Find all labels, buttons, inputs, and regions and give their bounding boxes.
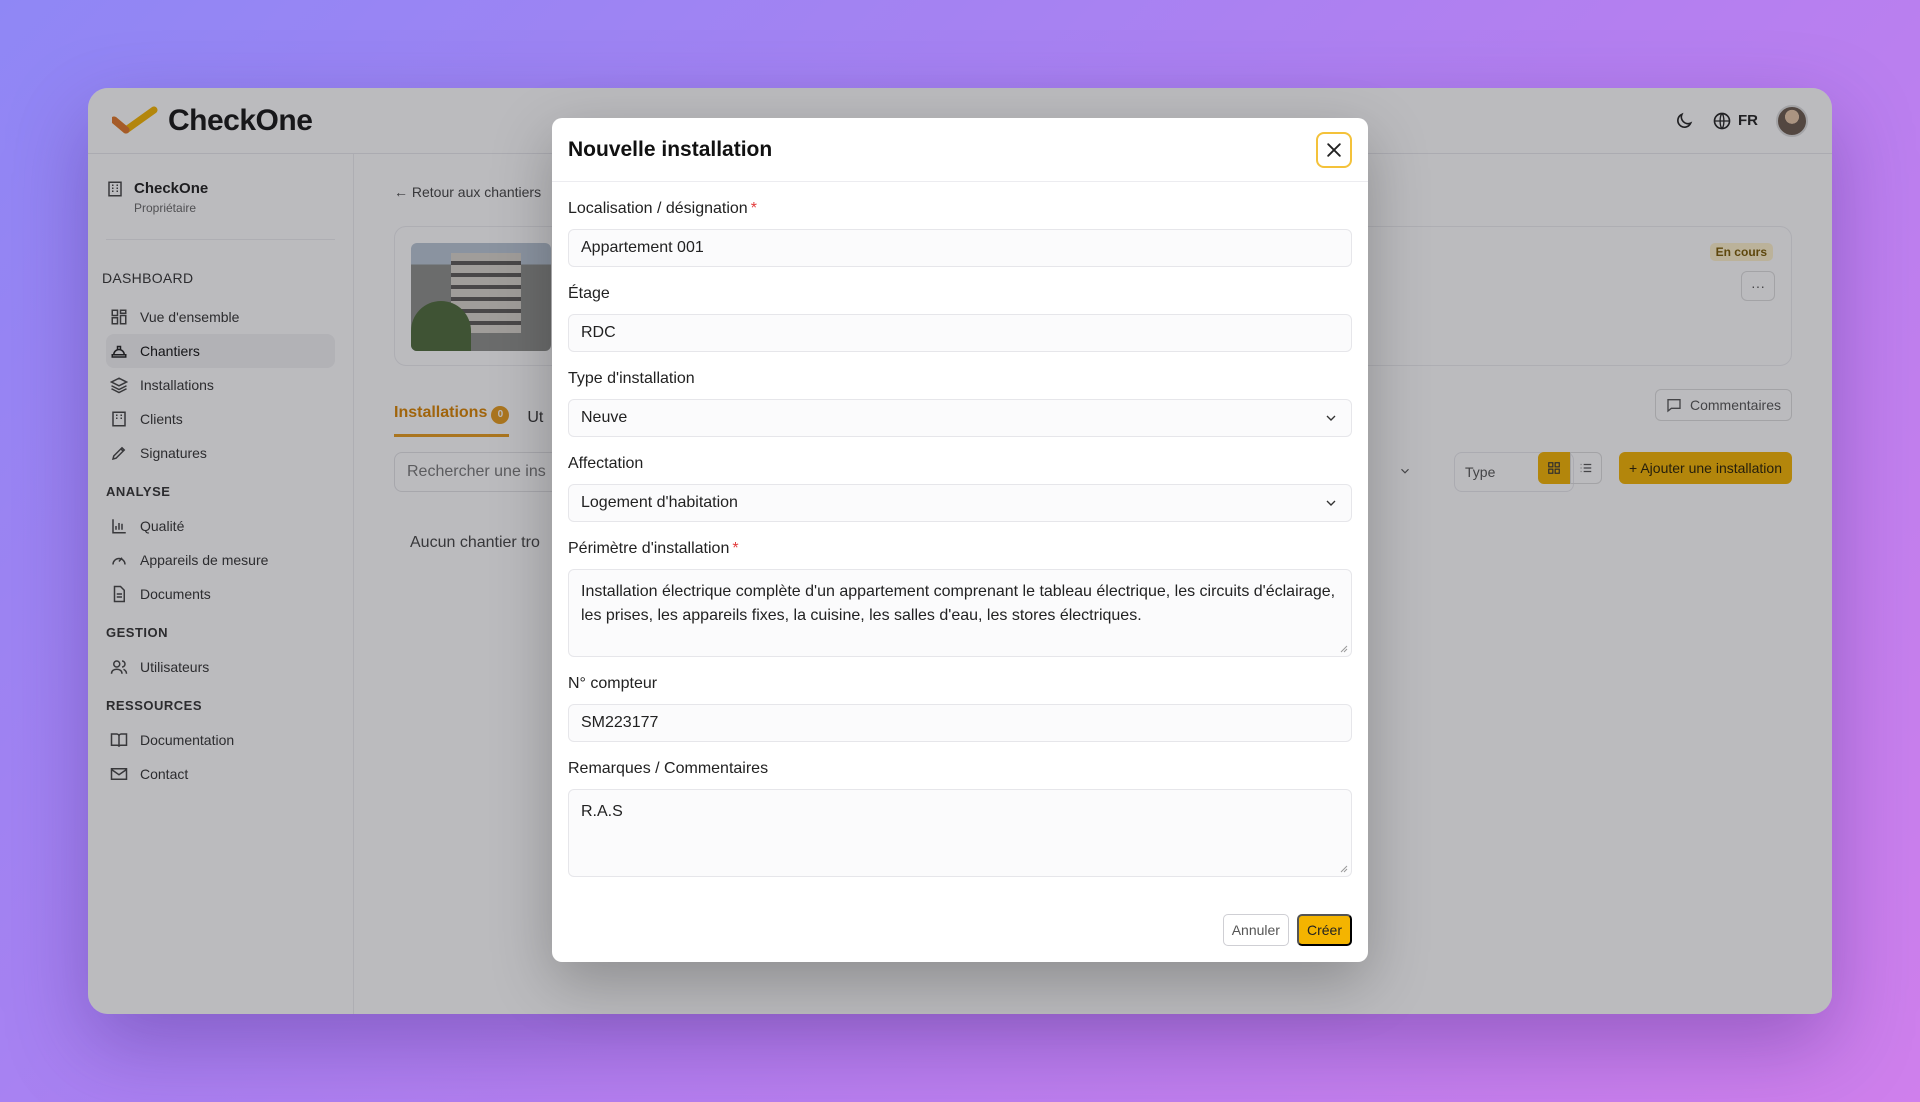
type-label: Type d'installation — [568, 370, 695, 387]
field-floor: Étage RDC — [568, 285, 1352, 352]
usage-label: Affectation — [568, 455, 644, 472]
usage-select[interactable]: Logement d'habitation — [568, 484, 1352, 522]
new-installation-modal: Nouvelle installation Localisation / dés… — [552, 118, 1368, 962]
field-usage: Affectation Logement d'habitation — [568, 455, 1352, 522]
chevron-down-icon — [1326, 500, 1336, 506]
modal-body: Localisation / désignation * Appartement … — [552, 182, 1368, 877]
field-meter: N° compteur SM223177 — [568, 675, 1352, 742]
modal-header: Nouvelle installation — [552, 118, 1368, 182]
location-label: Localisation / désignation * — [568, 200, 1352, 218]
scope-textarea[interactable]: Installation électrique complète d'un ap… — [568, 569, 1352, 657]
scope-textarea-value: Installation électrique complète d'un ap… — [581, 583, 1336, 624]
floor-input[interactable]: RDC — [568, 314, 1352, 352]
meter-label: N° compteur — [568, 675, 658, 692]
location-label-text: Localisation / désignation — [568, 200, 748, 217]
remarks-label: Remarques / Commentaires — [568, 760, 769, 777]
meter-input[interactable]: SM223177 — [568, 704, 1352, 742]
cancel-button[interactable]: Annuler — [1222, 914, 1289, 946]
type-select-value: Neuve — [581, 409, 628, 426]
close-icon — [1327, 142, 1341, 157]
scope-label-text: Périmètre d'installation — [568, 540, 730, 557]
field-scope: Périmètre d'installation * Installation é… — [568, 540, 1352, 657]
type-select[interactable]: Neuve — [568, 399, 1352, 437]
chevron-down-icon — [1326, 415, 1336, 421]
field-location: Localisation / désignation * Appartement … — [568, 200, 1352, 267]
resize-grip-icon[interactable] — [1340, 865, 1348, 873]
usage-select-value: Logement d'habitation — [581, 494, 738, 511]
location-input[interactable]: Appartement 001 — [568, 229, 1352, 267]
create-button[interactable]: Créer — [1296, 914, 1352, 946]
remarks-textarea-value: R.A.S — [581, 803, 623, 820]
floor-label: Étage — [568, 285, 610, 302]
remarks-textarea[interactable]: R.A.S — [568, 789, 1352, 877]
required-marker: * — [732, 540, 739, 557]
modal-footer: Annuler Créer — [1222, 914, 1352, 946]
field-type: Type d'installation Neuve — [568, 370, 1352, 437]
field-remarks: Remarques / Commentaires R.A.S — [568, 760, 1352, 877]
scope-label: Périmètre d'installation * — [568, 540, 1352, 558]
required-marker: * — [750, 200, 757, 217]
close-button[interactable] — [1316, 131, 1352, 168]
modal-title: Nouvelle installation — [568, 137, 773, 161]
resize-grip-icon[interactable] — [1340, 645, 1348, 653]
